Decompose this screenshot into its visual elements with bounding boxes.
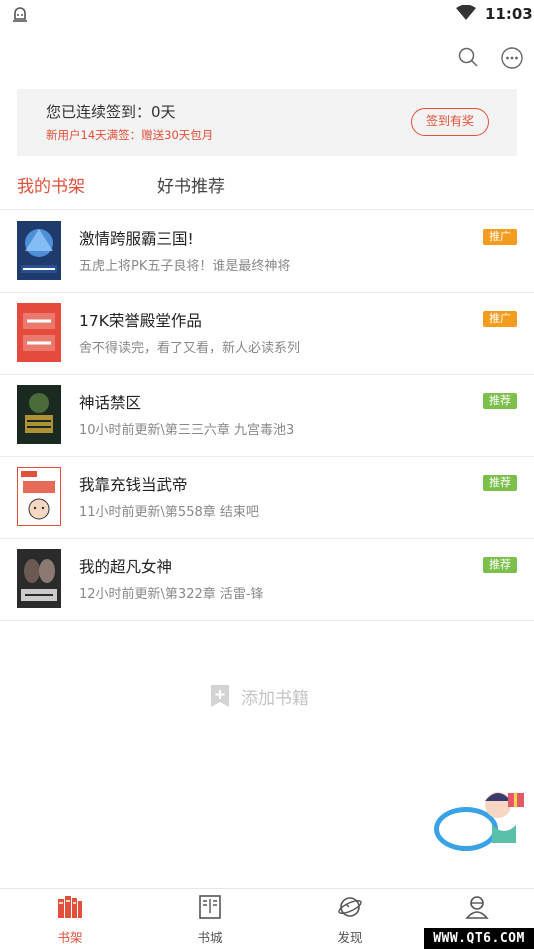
badge-promo: 推广: [483, 229, 517, 245]
list-item[interactable]: 17K荣誉殿堂作品 舍不得读完，看了又看，新人必读系列 推广: [0, 293, 534, 375]
signin-subtitle: 新用户14天满签：赠送30天包月: [46, 128, 214, 142]
nav-bookshelf[interactable]: 书架: [30, 895, 110, 946]
book-title: 我靠充钱当武帝: [79, 476, 188, 494]
list-item[interactable]: 神话禁区 10小时前更新\第三三六章 九宫毒池3 推荐: [0, 375, 534, 457]
add-book-label: 添加书籍: [241, 689, 309, 709]
book-cover: [17, 549, 61, 608]
book-cover: [17, 303, 61, 362]
book-title: 激情跨服霸三国!: [79, 230, 194, 248]
status-bar: 11:03: [0, 0, 534, 30]
top-actions: [0, 46, 534, 72]
nav-bookstore-label: 书城: [197, 930, 223, 945]
book-list: 激情跨服霸三国! 五虎上将PK五子良将！谁是最终神将 推广 17K荣誉殿堂作品 …: [0, 211, 534, 621]
nav-bookstore[interactable]: 书城: [170, 895, 250, 946]
book-cover: [17, 385, 61, 444]
bookstore-icon: [170, 895, 250, 923]
badge-promo: 推广: [483, 311, 517, 327]
tab-recommended[interactable]: 好书推荐: [157, 172, 225, 197]
book-title: 17K荣誉殿堂作品: [79, 312, 202, 330]
badge-recommend: 推荐: [483, 557, 517, 573]
book-description: 10小时前更新\第三三六章 九宫毒池3: [79, 423, 295, 438]
add-icon: [209, 684, 231, 712]
search-icon[interactable]: [457, 46, 479, 72]
book-title: 我的超凡女神: [79, 558, 173, 576]
badge-recommend: 推荐: [483, 475, 517, 491]
more-icon[interactable]: [500, 46, 524, 74]
new-user-gift[interactable]: [432, 785, 528, 855]
notification-icon: [10, 4, 30, 28]
nav-discover-label: 发现: [337, 930, 363, 945]
bookshelf-icon: [30, 895, 110, 923]
list-item[interactable]: 我的超凡女神 12小时前更新\第322章 活雷-锋 推荐: [0, 539, 534, 621]
signin-button[interactable]: 签到有奖: [411, 108, 489, 136]
nav-discover[interactable]: 发现: [310, 895, 390, 946]
book-title: 神话禁区: [79, 394, 142, 412]
list-item[interactable]: 激情跨服霸三国! 五虎上将PK五子良将！谁是最终神将 推广: [0, 211, 534, 293]
book-description: 五虎上将PK五子良将！谁是最终神将: [79, 259, 291, 274]
wifi-icon: [456, 4, 476, 25]
tab-my-bookshelf[interactable]: 我的书架: [17, 172, 85, 197]
signin-title: 您已连续签到：0天: [46, 103, 176, 121]
book-description: 舍不得读完，看了又看，新人必读系列: [79, 341, 301, 356]
signin-card: 您已连续签到：0天 新用户14天满签：赠送30天包月 签到有奖: [17, 89, 517, 156]
status-time: 11:03: [485, 5, 533, 23]
badge-recommend: 推荐: [483, 393, 517, 409]
nav-bookshelf-label: 书架: [57, 930, 83, 945]
book-cover: [17, 467, 61, 526]
book-description: 11小时前更新\第558章 结束吧: [79, 505, 259, 520]
profile-icon: [437, 895, 517, 923]
book-description: 12小时前更新\第322章 活雷-锋: [79, 587, 264, 602]
watermark: WWW.QT6.COM: [424, 928, 534, 949]
tab-bar: 我的书架 好书推荐: [0, 172, 534, 210]
book-cover: [17, 221, 61, 280]
list-item[interactable]: 我靠充钱当武帝 11小时前更新\第558章 结束吧 推荐: [0, 457, 534, 539]
discover-icon: [310, 895, 390, 923]
